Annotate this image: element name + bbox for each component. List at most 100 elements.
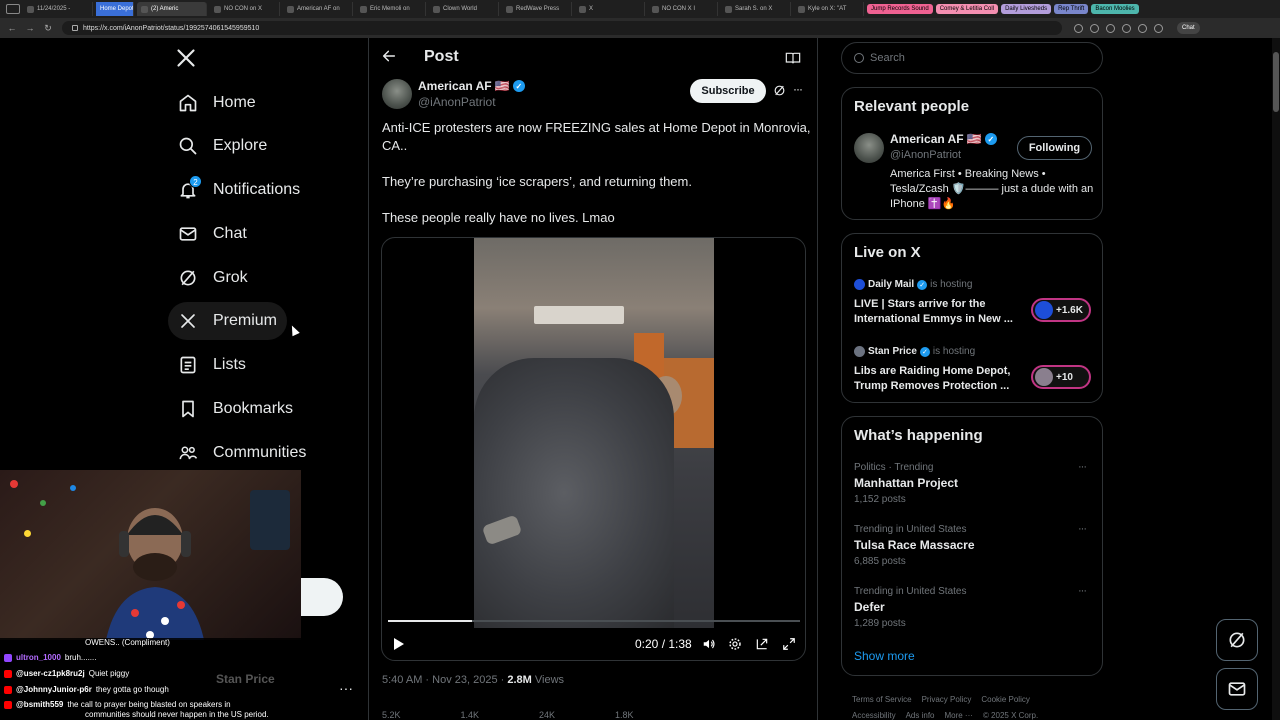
relevant-people-card: Relevant people American AF 🇺🇸 ✓ @iAnonPa… xyxy=(841,87,1103,220)
footer-link[interactable]: Privacy Policy xyxy=(922,695,972,704)
browser-tab[interactable]: American AF on xyxy=(283,2,353,16)
fullscreen-icon[interactable] xyxy=(782,637,796,651)
settings-gear-icon[interactable] xyxy=(728,637,742,651)
nav-item-lists[interactable]: Lists xyxy=(168,346,256,384)
trend-name[interactable]: Tulsa Race Massacre xyxy=(854,538,975,552)
show-more-link[interactable]: Show more xyxy=(854,649,915,663)
nav-item-premium[interactable]: Premium xyxy=(168,302,288,340)
footer-link[interactable]: Ads info xyxy=(906,711,935,720)
back-icon[interactable]: ← xyxy=(6,22,18,34)
live-listeners-pill[interactable]: +1.6K xyxy=(1031,298,1091,322)
author-handle[interactable]: @iAnonPatriot xyxy=(418,95,496,109)
trend-more-icon[interactable]: ··· xyxy=(1078,461,1087,473)
person-avatar[interactable] xyxy=(854,133,884,163)
trend-name[interactable]: Manhattan Project xyxy=(854,476,958,490)
trend-name[interactable]: Defer xyxy=(854,600,885,614)
x-logo-icon[interactable] xyxy=(176,48,196,74)
tab-group[interactable]: Comey & Letitia Coll xyxy=(935,4,999,14)
reader-mode-icon[interactable] xyxy=(785,51,801,70)
nav-item-communities[interactable]: Communities xyxy=(168,434,316,472)
tab-search-icon[interactable] xyxy=(6,4,20,14)
favicon-icon xyxy=(360,5,367,13)
nav-item-chat[interactable]: Chat xyxy=(168,215,257,253)
trend-more-icon[interactable]: ··· xyxy=(1078,523,1087,535)
person-name[interactable]: American AF 🇺🇸 ✓ xyxy=(890,132,997,146)
browser-tab[interactable]: NO CON X I xyxy=(648,2,718,16)
video-player[interactable]: 0:20 / 1:38 xyxy=(381,237,806,661)
collections-icon[interactable] xyxy=(1122,23,1131,33)
more-options-icon[interactable]: ··· xyxy=(793,82,803,96)
copilot-chat-button[interactable]: Chat xyxy=(1177,22,1200,34)
grok-fab-button[interactable] xyxy=(1216,619,1258,661)
subscribe-button[interactable]: Subscribe xyxy=(690,79,766,103)
browser-tab[interactable]: Kyle on X: "AT xyxy=(794,2,864,16)
repost-count[interactable]: 1.4K xyxy=(461,710,480,720)
footer-link[interactable]: Accessibility xyxy=(852,711,896,720)
downloads-icon[interactable] xyxy=(1138,23,1147,33)
browser-tab[interactable]: 11/24/2025 - xyxy=(23,2,93,16)
nav-item-bookmarks[interactable]: Bookmarks xyxy=(168,390,303,428)
zoom-icon[interactable] xyxy=(1090,23,1099,33)
backpack-shape xyxy=(474,358,674,628)
post-button[interactable] xyxy=(301,578,343,616)
live-title[interactable]: LIVE | Stars arrive for the Internationa… xyxy=(854,297,1024,327)
browser-tab[interactable]: NO CON on X xyxy=(210,2,280,16)
account-more-icon[interactable]: ··· xyxy=(339,680,353,696)
bookmark-count[interactable]: 1.8K xyxy=(615,710,634,720)
site-info-icon[interactable] xyxy=(72,25,78,31)
profile-icon[interactable] xyxy=(1154,23,1163,33)
nav-item-grok[interactable]: Grok xyxy=(168,259,258,297)
live-title[interactable]: Libs are Raiding Home Depot, Trump Remov… xyxy=(854,364,1024,394)
card-title: Relevant people xyxy=(854,98,970,115)
back-arrow-icon[interactable] xyxy=(381,48,397,69)
twitch-icon xyxy=(4,653,12,662)
search-icon xyxy=(854,53,864,63)
video-progress-bar[interactable] xyxy=(388,620,800,622)
browser-tab[interactable]: Sarah S. on X xyxy=(721,2,791,16)
volume-icon[interactable] xyxy=(702,637,716,651)
browser-tab[interactable]: RedWave Press xyxy=(502,2,572,16)
extension-icon[interactable] xyxy=(1074,23,1083,33)
tab-group[interactable]: Bacon Moolies xyxy=(1091,4,1139,14)
url-field[interactable]: https://x.com/iAnonPatriot/status/199257… xyxy=(62,21,1062,35)
search-input[interactable]: Search xyxy=(841,42,1103,74)
nav-item-notifications[interactable]: 2 Notifications xyxy=(168,171,310,209)
grok-explain-icon[interactable] xyxy=(773,84,786,102)
author-name[interactable]: American AF 🇺🇸 ✓ xyxy=(418,79,525,93)
reload-icon[interactable]: ↻ xyxy=(42,22,54,34)
favorite-icon[interactable] xyxy=(1106,23,1115,33)
footer-link[interactable]: Terms of Service xyxy=(852,695,912,704)
page-scrollbar[interactable] xyxy=(1272,38,1280,720)
forward-icon[interactable]: → xyxy=(24,22,36,34)
tab-group[interactable]: Jump Records Sound xyxy=(867,4,933,14)
play-icon[interactable] xyxy=(394,638,404,650)
reply-count[interactable]: 5.2K xyxy=(382,710,401,720)
picture-in-picture-icon[interactable] xyxy=(755,637,769,651)
tab-group[interactable]: Rep Thrift xyxy=(1054,4,1089,14)
live-host[interactable]: Stan Price ✓ is hosting xyxy=(854,346,975,357)
live-listeners-pill[interactable]: +10 xyxy=(1031,365,1091,389)
like-count[interactable]: 24K xyxy=(539,710,555,720)
trend-more-icon[interactable]: ··· xyxy=(1078,585,1087,597)
nav-label: Grok xyxy=(213,269,248,286)
video-frame[interactable] xyxy=(474,238,714,628)
author-avatar[interactable] xyxy=(382,79,412,109)
browser-tab[interactable]: Home Depot xyxy=(96,2,134,16)
video-time: 0:20 / 1:38 xyxy=(635,637,692,651)
messages-fab-button[interactable] xyxy=(1216,668,1258,710)
nav-item-explore[interactable]: Explore xyxy=(168,127,277,165)
following-button[interactable]: Following xyxy=(1017,136,1092,160)
person-handle[interactable]: @iAnonPatriot xyxy=(890,149,961,161)
scrollbar-thumb[interactable] xyxy=(1273,52,1279,112)
tab-group[interactable]: Daily Livesheds xyxy=(1001,4,1052,14)
browser-tab[interactable]: Eric Memoli on xyxy=(356,2,426,16)
nav-item-home[interactable]: Home xyxy=(168,84,266,122)
browser-tab[interactable]: X xyxy=(575,2,645,16)
people-icon xyxy=(178,443,198,463)
account-switcher-name[interactable]: Stan Price xyxy=(216,672,275,686)
footer-link[interactable]: Cookie Policy xyxy=(981,695,1029,704)
footer-link[interactable]: More ··· xyxy=(944,711,972,720)
live-host[interactable]: Daily Mail ✓ is hosting xyxy=(854,279,972,290)
browser-tab[interactable]: Clown World xyxy=(429,2,499,16)
browser-tab-active[interactable]: (2) Americ xyxy=(137,2,207,16)
